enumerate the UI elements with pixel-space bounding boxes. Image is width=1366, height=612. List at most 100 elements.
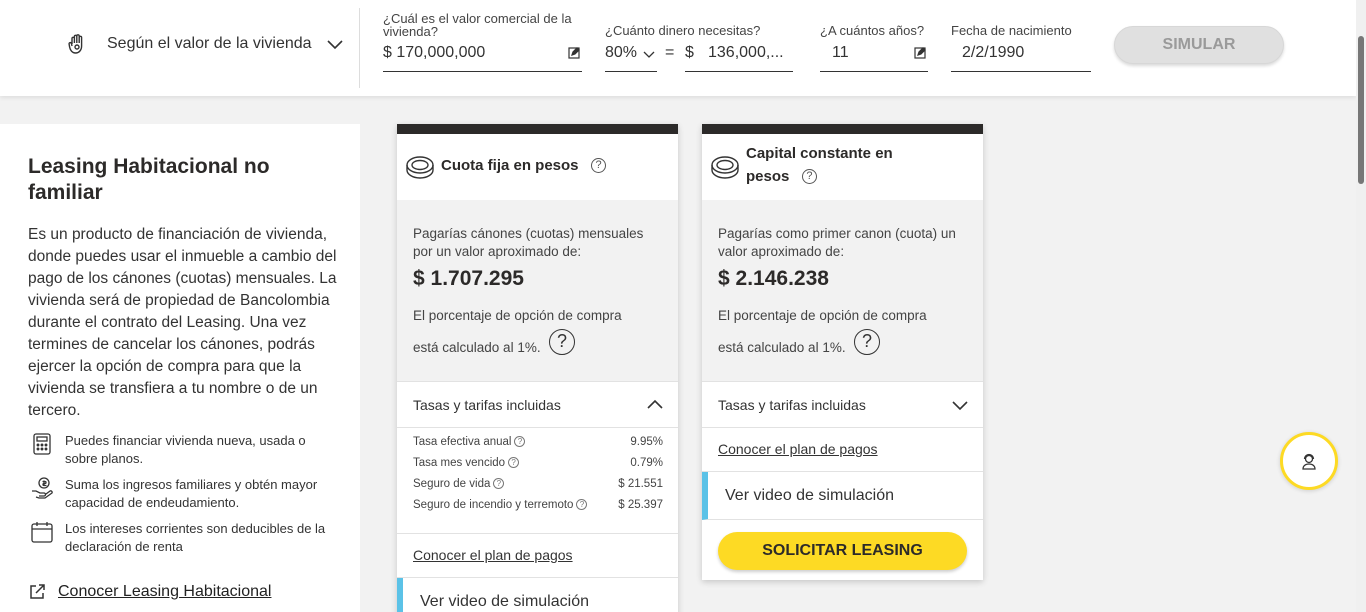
rate-value: 9.95% bbox=[630, 436, 663, 448]
calendar-icon bbox=[31, 522, 53, 543]
fecha-label: Fecha de nacimiento bbox=[951, 23, 1072, 38]
card-cuota-fija: Cuota fija en pesos ? Pagarías cánones (… bbox=[397, 124, 678, 612]
accordion-label: Tasas y tarifas incluidas bbox=[413, 397, 561, 413]
chevron-down-icon bbox=[327, 40, 343, 50]
mode-selector[interactable]: Según el valor de la vivienda bbox=[66, 32, 344, 56]
rate-name: Seguro de incendio y terremoto bbox=[413, 499, 574, 511]
card-capital-constante: Capital constante en pesos ? Pagarías com… bbox=[702, 124, 983, 580]
help-icon[interactable]: ? bbox=[854, 329, 880, 355]
card-pct-text: está calculado al 1%. bbox=[413, 340, 541, 355]
card-header: Cuota fija en pesos ? bbox=[397, 134, 678, 200]
help-icon[interactable]: ? bbox=[576, 499, 588, 510]
rates-list: Tasa efectiva anual? 9.95% Tasa mes venci… bbox=[397, 428, 678, 534]
plan-pagos-row: Conocer el plan de pagos bbox=[397, 534, 678, 578]
dinero-input[interactable] bbox=[708, 44, 792, 62]
mode-label: Según el valor de la vivienda bbox=[107, 35, 312, 52]
fecha-input[interactable] bbox=[962, 44, 1082, 62]
simular-button[interactable]: SIMULAR bbox=[1114, 26, 1284, 64]
coin-icon bbox=[711, 156, 739, 179]
card-pct-text: El porcentaje de opción de compra bbox=[718, 308, 927, 323]
rate-value: $ 21.551 bbox=[618, 478, 663, 490]
benefit-item: Puedes financiar vivienda nueva, usada o… bbox=[30, 432, 335, 468]
card-title-text: pesos bbox=[746, 168, 790, 185]
card-title: Capital constante en pesos ? bbox=[746, 142, 893, 188]
fecha-underline bbox=[951, 71, 1091, 72]
dinero-underline bbox=[685, 71, 793, 72]
edit-icon[interactable] bbox=[914, 47, 926, 59]
percent-value: 80% bbox=[605, 44, 638, 61]
card-pct-text: está calculado al 1%. bbox=[718, 340, 846, 355]
valor-label: ¿Cuál es el valor comercial de la vivien… bbox=[383, 11, 572, 39]
conocer-leasing-link[interactable]: Conocer Leasing Habitacional bbox=[28, 583, 271, 601]
card-header: Capital constante en pesos ? bbox=[702, 134, 983, 200]
product-info-panel: Leasing Habitacional no familiar Es un p… bbox=[0, 124, 360, 612]
card-title: Cuota fija en pesos ? bbox=[441, 154, 607, 177]
calculator-icon bbox=[33, 433, 51, 455]
rate-name: Tasa efectiva anual bbox=[413, 436, 512, 448]
benefit-text: Puedes financiar vivienda nueva, usada o… bbox=[65, 433, 306, 466]
rates-accordion[interactable]: Tasas y tarifas incluidas bbox=[397, 382, 678, 428]
edit-icon[interactable] bbox=[568, 47, 580, 59]
help-icon[interactable]: ? bbox=[801, 169, 817, 184]
benefit-text: Suma los ingresos familiares y obtén may… bbox=[65, 477, 318, 510]
anos-label: ¿A cuántos años? bbox=[820, 23, 925, 38]
plan-pagos-row: Conocer el plan de pagos bbox=[702, 428, 983, 472]
rates-accordion[interactable]: Tasas y tarifas incluidas bbox=[702, 382, 983, 428]
video-simulacion-button[interactable]: Ver video de simulación bbox=[397, 578, 678, 612]
divider bbox=[359, 8, 360, 88]
chevron-down-icon bbox=[952, 401, 968, 411]
help-icon[interactable]: ? bbox=[493, 478, 505, 489]
help-chat-button[interactable] bbox=[1280, 432, 1338, 490]
card-summary: Pagarías como primer canon (cuota) un va… bbox=[702, 200, 983, 382]
card-amount: $ 2.146.238 bbox=[718, 267, 829, 290]
percent-underline bbox=[605, 71, 657, 72]
rate-value: $ 25.397 bbox=[618, 499, 663, 511]
card-top-strip bbox=[702, 124, 983, 134]
video-label: Ver video de simulación bbox=[725, 487, 894, 504]
rate-name: Tasa mes vencido bbox=[413, 457, 506, 469]
currency-sign: $ bbox=[685, 44, 694, 61]
card-amount: $ 1.707.295 bbox=[413, 267, 524, 290]
help-icon[interactable]: ? bbox=[514, 436, 526, 447]
product-description: Es un producto de financiación de vivien… bbox=[28, 226, 337, 419]
card-summary: Pagarías cánones (cuotas) mensuales por … bbox=[397, 200, 678, 382]
video-simulacion-button[interactable]: Ver video de simulación bbox=[702, 472, 983, 520]
card-title-text: Cuota fija en pesos bbox=[441, 157, 579, 174]
card-title-text: Capital constante en bbox=[746, 145, 893, 162]
video-label: Ver video de simulación bbox=[420, 593, 589, 610]
plan-pagos-link[interactable]: Conocer el plan de pagos bbox=[413, 547, 573, 563]
simulator-bar: Según el valor de la vivienda ¿Cuál es e… bbox=[0, 0, 1356, 96]
equals-sign: = bbox=[665, 44, 675, 61]
product-title: Leasing Habitacional no familiar bbox=[28, 155, 270, 204]
benefit-item: Suma los ingresos familiares y obtén may… bbox=[30, 476, 335, 512]
help-icon[interactable]: ? bbox=[549, 329, 575, 355]
anos-underline bbox=[820, 71, 928, 72]
valor-input[interactable] bbox=[383, 44, 553, 62]
benefit-item: Los intereses corrientes son deducibles … bbox=[30, 520, 335, 556]
rate-value: 0.79% bbox=[630, 457, 663, 469]
percent-select[interactable]: 80% bbox=[605, 44, 657, 70]
dinero-label: ¿Cuánto dinero necesitas? bbox=[605, 23, 761, 38]
rate-name: Seguro de vida bbox=[413, 478, 491, 490]
hand-house-icon bbox=[68, 34, 83, 54]
conocer-leasing-label: Conocer Leasing Habitacional bbox=[58, 583, 272, 600]
external-link-icon bbox=[30, 584, 45, 599]
plan-pagos-link[interactable]: Conocer el plan de pagos bbox=[718, 441, 878, 457]
anos-input[interactable] bbox=[832, 44, 892, 62]
chevron-down-icon bbox=[643, 51, 655, 58]
coin-icon bbox=[406, 156, 434, 179]
accordion-label: Tasas y tarifas incluidas bbox=[718, 397, 866, 413]
card-pct-text: El porcentaje de opción de compra bbox=[413, 308, 622, 323]
chevron-up-icon bbox=[647, 399, 663, 409]
card-intro: Pagarías cánones (cuotas) mensuales por … bbox=[413, 226, 644, 259]
solicitar-leasing-button[interactable]: SOLICITAR LEASING bbox=[718, 532, 967, 570]
card-intro: Pagarías como primer canon (cuota) un va… bbox=[718, 226, 956, 259]
valor-underline bbox=[383, 71, 582, 72]
help-icon[interactable]: ? bbox=[591, 158, 607, 173]
benefit-text: Los intereses corrientes son deducibles … bbox=[65, 521, 326, 554]
help-icon[interactable]: ? bbox=[508, 457, 520, 468]
support-agent-icon bbox=[1302, 453, 1316, 470]
card-top-strip bbox=[397, 124, 678, 134]
scrollbar-thumb[interactable] bbox=[1358, 36, 1364, 184]
hand-money-icon bbox=[32, 477, 53, 499]
